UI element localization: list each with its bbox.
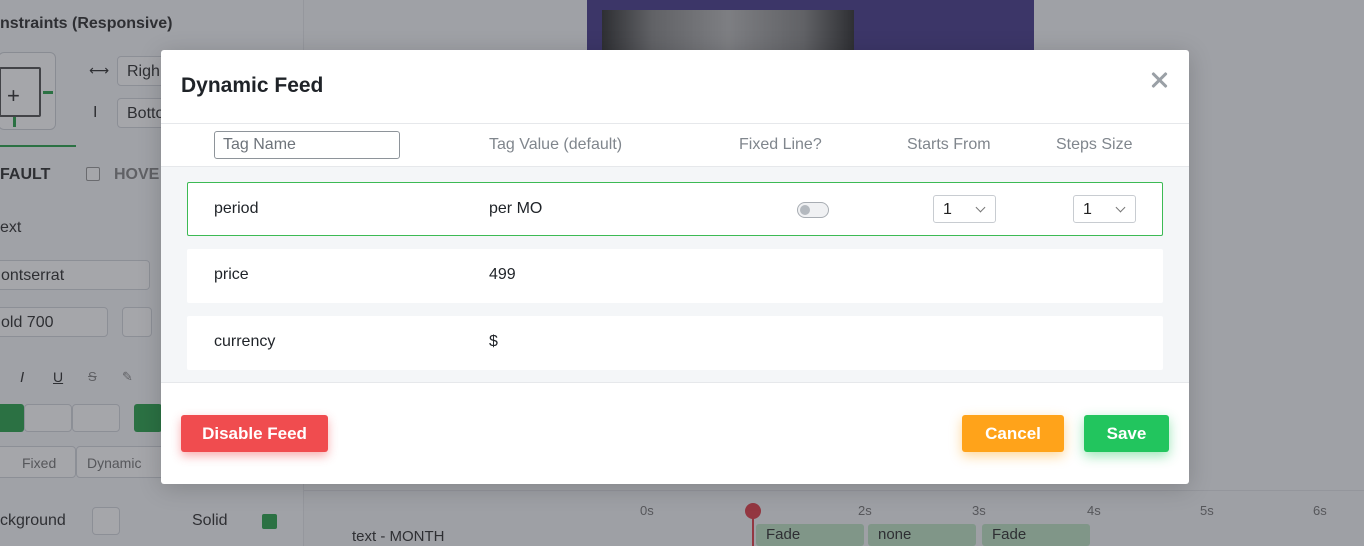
column-tag-value: Tag Value (default) [489, 136, 623, 153]
steps-size-select[interactable]: 1 [1073, 195, 1136, 223]
column-starts-from: Starts From [907, 136, 991, 153]
table-row[interactable]: period per MO 1 1 [187, 182, 1163, 236]
table-header: Tag Value (default) Fixed Line? Starts F… [161, 123, 1189, 167]
disable-feed-button[interactable]: Disable Feed [181, 415, 328, 452]
tag-name-cell: currency [214, 333, 276, 350]
fixed-line-toggle[interactable] [797, 202, 829, 218]
table-row[interactable]: price 499 [187, 249, 1163, 303]
starts-from-select[interactable]: 1 [933, 195, 996, 223]
tag-name-cell: price [214, 266, 249, 283]
tag-name-input[interactable] [214, 131, 400, 159]
tag-value-cell: $ [489, 333, 498, 350]
modal-title: Dynamic Feed [181, 74, 324, 97]
save-button[interactable]: Save [1084, 415, 1169, 452]
toggle-knob [800, 205, 810, 215]
steps-size-value: 1 [1083, 201, 1092, 218]
tag-value-cell: per MO [489, 200, 543, 217]
tag-name-cell: period [214, 200, 259, 217]
column-steps-size: Steps Size [1056, 136, 1133, 153]
table-row[interactable]: currency $ [187, 316, 1163, 370]
chevron-down-icon [1115, 202, 1126, 213]
starts-from-value: 1 [943, 201, 952, 218]
column-fixed-line: Fixed Line? [739, 136, 822, 153]
cancel-button[interactable]: Cancel [962, 415, 1064, 452]
table-body: period per MO 1 1 price 499 currency $ [161, 167, 1189, 383]
chevron-down-icon [975, 202, 986, 213]
dynamic-feed-modal: Dynamic Feed Tag Value (default) Fixed L… [161, 50, 1189, 484]
tag-value-cell: 499 [489, 266, 516, 283]
close-icon[interactable] [1147, 68, 1171, 92]
